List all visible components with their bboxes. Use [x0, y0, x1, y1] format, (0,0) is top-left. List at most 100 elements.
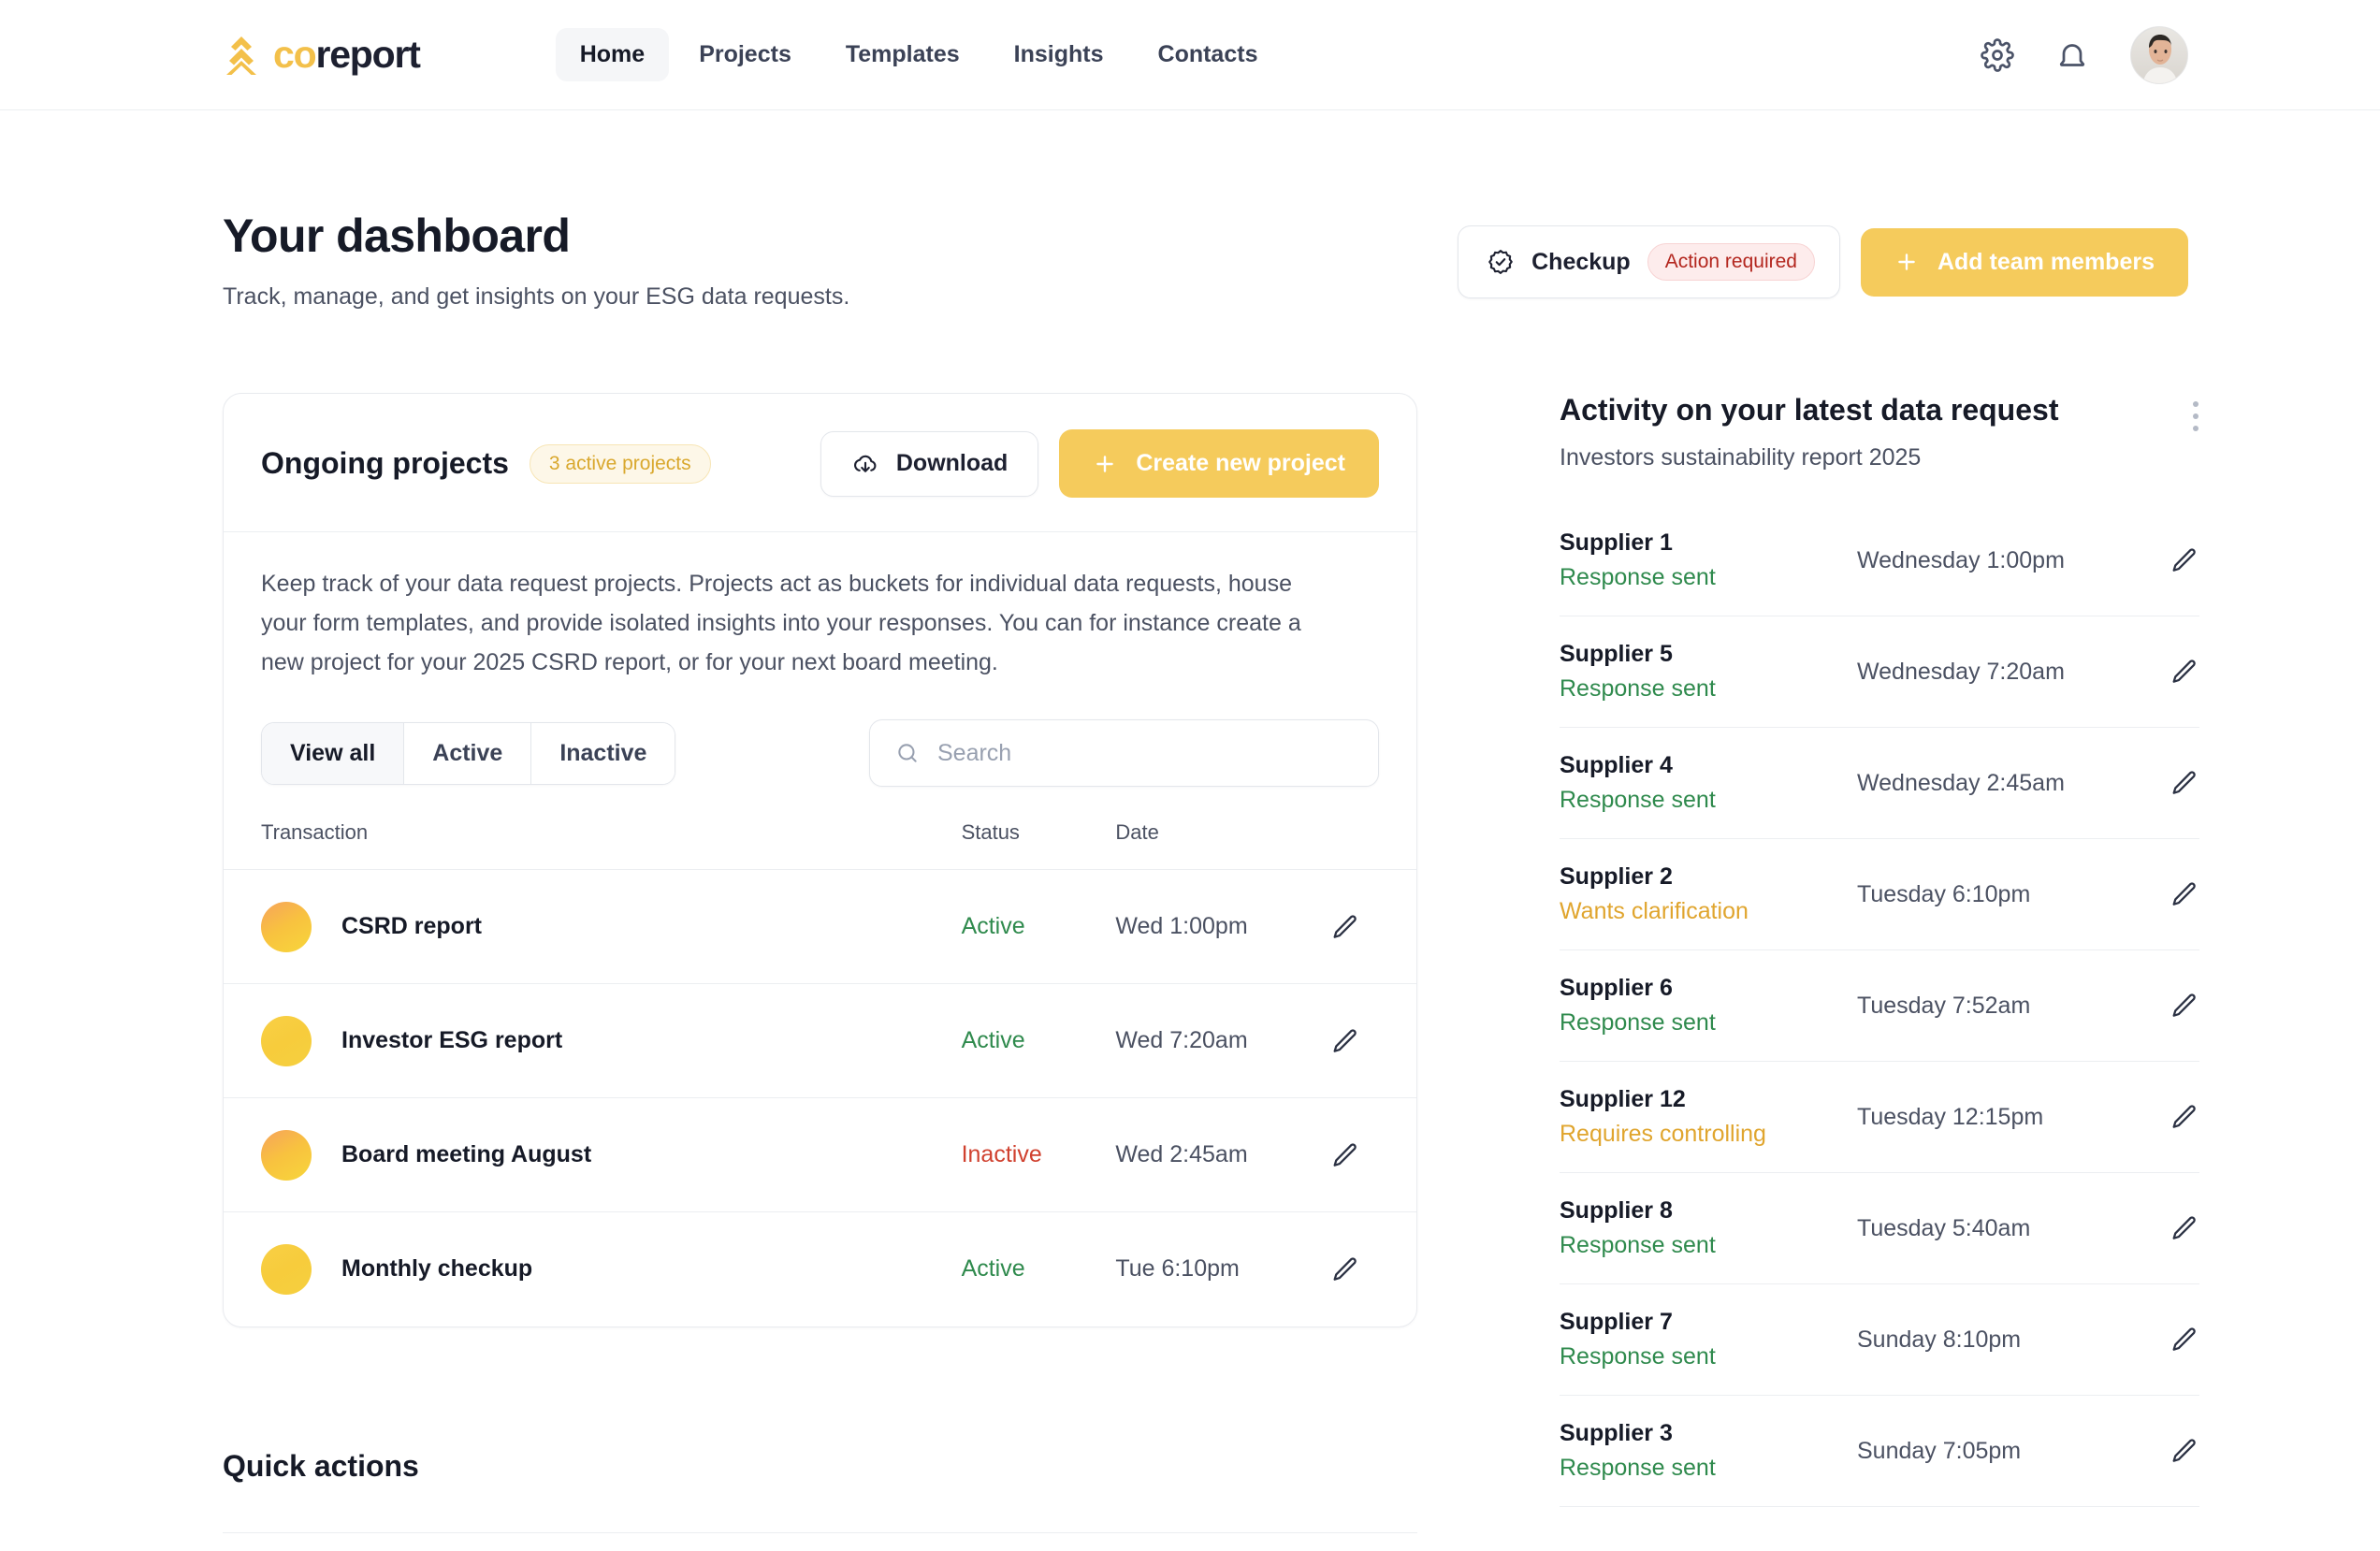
pencil-icon[interactable] [2170, 991, 2199, 1021]
checkup-button[interactable]: Checkup Action required [1458, 225, 1840, 298]
project-name: CSRD report [341, 913, 483, 939]
pencil-icon[interactable] [1330, 1026, 1360, 1056]
user-avatar[interactable] [2130, 25, 2188, 84]
projects-filter-tabs: View all Active Inactive [261, 721, 676, 785]
project-avatar [261, 1129, 312, 1181]
plus-icon [1096, 455, 1114, 472]
list-item[interactable]: Supplier 5 Response sent Wednesday 7:20a… [1560, 616, 2199, 728]
list-item[interactable]: Supplier 8 Response sent Tuesday 5:40am [1560, 1173, 2199, 1284]
activity-time: Wednesday 1:00pm [1857, 546, 2065, 573]
table-row[interactable]: CSRD report Active Wed 1:00pm [224, 869, 1416, 984]
cell-edit [1330, 1097, 1416, 1212]
ongoing-projects-description: Keep track of your data request projects… [261, 571, 1301, 675]
list-item[interactable]: Supplier 12 Requires controlling Tuesday… [1560, 1062, 2199, 1173]
table-row[interactable]: Investor ESG report Active Wed 7:20am [224, 983, 1416, 1098]
projects-search [869, 719, 1379, 787]
activity-status: Wants clarification [1560, 898, 1749, 924]
projects-filter-row: View all Active Inactive [224, 682, 1416, 820]
cell-date: Wed 2:45am [1115, 1097, 1331, 1212]
checkup-label: Checkup [1531, 248, 1631, 275]
table-row[interactable]: Monthly checkup Active Tue 6:10pm [224, 1212, 1416, 1326]
download-button[interactable]: Download [820, 430, 1039, 497]
cell-edit [1330, 1212, 1416, 1326]
supplier-name: Supplier 4 [1560, 752, 1673, 778]
brand-logo[interactable]: coreport [223, 33, 421, 77]
supplier-name: Supplier 3 [1560, 1420, 1673, 1446]
table-row[interactable]: Board meeting August Inactive Wed 2:45am [224, 1097, 1416, 1212]
activity-title: Activity on your latest data request [1560, 393, 2059, 427]
nav-item-templates[interactable]: Templates [821, 28, 984, 81]
pencil-icon[interactable] [2170, 657, 2199, 687]
page-title: Your dashboard [223, 210, 571, 262]
activity-time: Wednesday 7:20am [1857, 658, 2065, 685]
brand-word-report: report [315, 33, 420, 76]
cell-status: Active [961, 983, 1116, 1098]
list-item[interactable]: Supplier 7 Response sent Sunday 8:10pm [1560, 1284, 2199, 1396]
status-badge: Active [961, 1255, 1025, 1283]
activity-item-main: Supplier 12 Requires controlling [1560, 1086, 1857, 1148]
activity-status: Response sent [1560, 787, 1716, 813]
filter-tab-view-all[interactable]: View all [262, 722, 405, 784]
pencil-icon[interactable] [2170, 879, 2199, 909]
pencil-icon[interactable] [2170, 768, 2199, 798]
cell-status: Inactive [961, 1097, 1116, 1212]
bell-icon[interactable] [2055, 38, 2089, 72]
supplier-name: Supplier 2 [1560, 863, 1673, 890]
filter-tab-active[interactable]: Active [404, 722, 532, 784]
column-header-edit [1330, 820, 1416, 870]
list-item[interactable]: Supplier 1 Response sent Wednesday 1:00p… [1560, 505, 2199, 616]
list-item[interactable]: Supplier 6 Response sent Tuesday 7:52am [1560, 950, 2199, 1062]
download-label: Download [895, 450, 1009, 476]
search-input[interactable] [869, 719, 1379, 787]
activity-item-main: Supplier 5 Response sent [1560, 641, 1857, 703]
list-item[interactable]: Supplier 4 Response sent Wednesday 2:45a… [1560, 728, 2199, 839]
create-new-project-button[interactable]: Create new project [1059, 429, 1379, 498]
projects-table: Transaction Status Date CSRD report Acti… [224, 820, 1416, 1326]
add-team-members-button[interactable]: Add team members [1860, 227, 2188, 297]
pencil-icon[interactable] [1330, 1140, 1360, 1170]
supplier-name: Supplier 12 [1560, 1086, 1686, 1112]
filter-tab-inactive[interactable]: Inactive [531, 722, 675, 784]
gear-icon[interactable] [1981, 37, 2014, 72]
dashboard-columns: Ongoing projects 3 active projects Downl… [223, 393, 2199, 1533]
activity-time: Tuesday 5:40am [1857, 1214, 2031, 1241]
page-subtitle: Track, manage, and get insights on your … [223, 283, 850, 310]
page-header: Your dashboard Track, manage, and get in… [223, 110, 2188, 311]
pencil-icon[interactable] [1330, 912, 1360, 942]
quick-actions-divider [223, 1531, 1417, 1533]
activity-time: Sunday 8:10pm [1857, 1326, 2022, 1353]
list-item[interactable]: Supplier 2 Wants clarification Tuesday 6… [1560, 839, 2199, 950]
pencil-icon[interactable] [2170, 545, 2199, 575]
activity-subtitle: Investors sustainability report 2025 [1560, 444, 1922, 471]
pencil-icon[interactable] [2170, 1436, 2199, 1466]
project-date: Wed 2:45am [1115, 1141, 1248, 1167]
badge-check-icon [1488, 250, 1513, 274]
search-icon [898, 744, 917, 762]
cell-transaction: Investor ESG report [224, 983, 962, 1098]
project-avatar [261, 1015, 312, 1066]
supplier-name: Supplier 1 [1560, 529, 1673, 556]
pencil-icon[interactable] [2170, 1213, 2199, 1243]
list-item[interactable]: Supplier 3 Response sent Sunday 7:05pm [1560, 1396, 2199, 1507]
page-content: Your dashboard Track, manage, and get in… [0, 110, 2380, 1533]
pencil-icon[interactable] [2170, 1102, 2199, 1132]
nav-item-projects[interactable]: Projects [675, 28, 816, 81]
quick-actions-section: Quick actions [223, 1449, 1417, 1533]
column-header-date: Date [1115, 820, 1331, 870]
pencil-icon[interactable] [1330, 1254, 1360, 1284]
create-new-project-label: Create new project [1136, 450, 1345, 476]
kebab-menu-icon[interactable] [2192, 400, 2199, 432]
activity-panel: Activity on your latest data request Inv… [1560, 393, 2199, 1507]
projects-table-head: Transaction Status Date [224, 820, 1416, 870]
activity-item-main: Supplier 6 Response sent [1560, 975, 1857, 1036]
cell-transaction: Board meeting August [224, 1097, 962, 1212]
nav-item-home[interactable]: Home [555, 28, 670, 81]
pencil-icon[interactable] [2170, 1325, 2199, 1355]
nav-item-contacts[interactable]: Contacts [1134, 28, 1283, 81]
activity-time: Wednesday 2:45am [1857, 769, 2065, 796]
nav-item-insights[interactable]: Insights [990, 28, 1128, 81]
table-header-row: Transaction Status Date [224, 820, 1416, 870]
supplier-name: Supplier 5 [1560, 641, 1673, 667]
projects-table-body: CSRD report Active Wed 1:00pm Investor E… [224, 869, 1416, 1326]
column-header-transaction: Transaction [224, 820, 962, 870]
